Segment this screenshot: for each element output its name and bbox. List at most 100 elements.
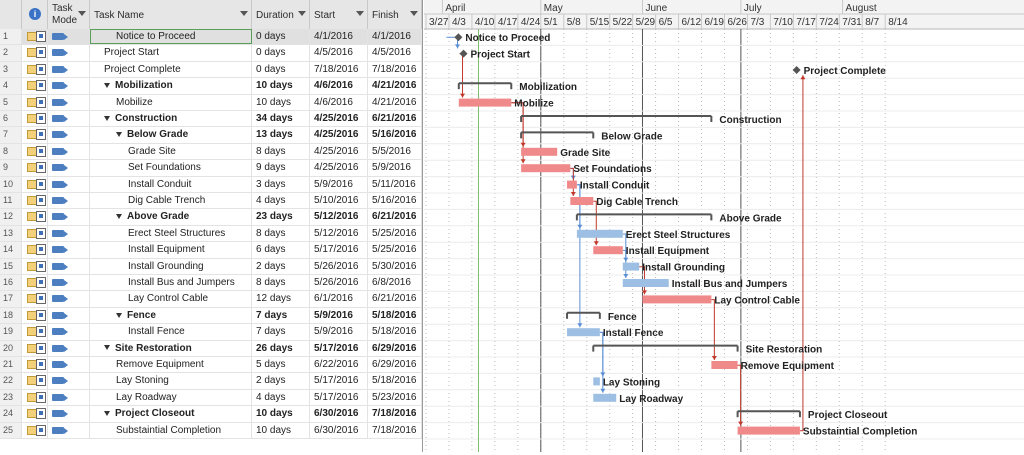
info-column-header[interactable]: i [22,0,48,29]
table-row[interactable]: 4 Mobilization 10 days 4/6/2016 4/21/2016 [0,78,422,95]
duration-cell[interactable]: 4 days [252,193,310,209]
task-name-cell[interactable]: Fence [90,307,252,324]
finish-column-header[interactable]: Finish [368,0,422,29]
task-name-cell[interactable]: Site Restoration [90,340,252,356]
task-mode-cell[interactable] [48,94,90,110]
task-name-cell[interactable]: Dig Cable Trench [90,193,252,209]
task-bar[interactable] [576,229,623,238]
task-bar[interactable] [622,279,669,287]
start-cell[interactable]: 5/17/2016 [310,389,368,406]
table-row[interactable]: 24 Project Closeout 10 days 6/30/2016 7/18/2… [0,406,422,423]
task-name-cell[interactable]: Lay Control Cable [90,291,252,307]
task-mode-cell[interactable] [48,225,90,242]
finish-cell[interactable]: 6/21/2016 [368,291,422,307]
task-name-cell[interactable]: Install Conduit [90,176,252,192]
duration-cell[interactable]: 2 days [252,258,310,274]
milestone-diamond[interactable] [792,66,801,74]
finish-cell[interactable]: 5/5/2016 [368,143,422,160]
task-bar[interactable] [567,328,600,337]
row-number[interactable]: 11 [0,193,22,209]
start-cell[interactable]: 4/1/2016 [310,29,368,45]
duration-cell[interactable]: 4 days [252,389,310,406]
task-bar[interactable] [567,180,577,189]
row-number[interactable]: 7 [0,127,22,143]
chevron-down-icon[interactable] [298,11,306,16]
task-mode-cell[interactable] [48,193,90,209]
gantt-chart[interactable]: April May June July August 3/27 4/3 4/10 4/17 4/2… [424,0,1024,452]
task-name-column-header[interactable]: Task Name [90,0,252,29]
start-cell[interactable]: 4/5/2016 [310,45,368,61]
row-number[interactable]: 23 [0,389,22,406]
finish-cell[interactable]: 5/25/2016 [368,242,422,258]
task-mode-column-header[interactable]: Task Mode [48,0,90,29]
milestone-diamond[interactable] [459,49,468,58]
finish-cell[interactable]: 5/23/2016 [368,389,422,406]
row-number[interactable]: 1 [0,29,22,45]
start-cell[interactable]: 5/12/2016 [310,225,368,242]
table-row[interactable]: 14 Install Equipment 6 days 5/17/2016 5/25/2… [0,242,422,259]
start-cell[interactable]: 5/17/2016 [310,242,368,258]
row-number[interactable]: 15 [0,258,22,274]
duration-cell[interactable]: 9 days [252,160,310,176]
start-cell[interactable]: 5/9/2016 [310,307,368,324]
row-number[interactable]: 4 [0,78,22,94]
task-name-cell[interactable]: Mobilization [90,78,252,94]
row-number[interactable]: 5 [0,94,22,110]
duration-cell[interactable]: 5 days [252,357,310,373]
task-bar[interactable] [737,426,800,435]
finish-cell[interactable]: 5/18/2016 [368,324,422,340]
row-number[interactable]: 9 [0,160,22,176]
start-cell[interactable]: 5/17/2016 [310,373,368,389]
row-number[interactable]: 10 [0,176,22,192]
task-mode-cell[interactable] [48,291,90,307]
table-row[interactable]: 12 Above Grade 23 days 5/12/2016 6/21/2016 [0,209,422,226]
finish-cell[interactable]: 4/5/2016 [368,45,422,61]
chevron-down-icon[interactable] [356,11,364,16]
start-cell[interactable]: 6/30/2016 [310,406,368,422]
row-number[interactable]: 24 [0,406,22,422]
table-row[interactable]: 18 Fence 7 days 5/9/2016 5/18/2016 [0,307,422,325]
table-row[interactable]: 11 Dig Cable Trench 4 days 5/10/2016 5/16/20… [0,193,422,210]
finish-cell[interactable]: 5/18/2016 [368,307,422,324]
duration-column-header[interactable]: Duration [252,0,310,29]
start-cell[interactable]: 5/17/2016 [310,340,368,356]
chevron-down-icon[interactable] [240,11,248,16]
task-name-cell[interactable]: Project Complete [90,61,252,78]
finish-cell[interactable]: 5/9/2016 [368,160,422,176]
task-name-cell[interactable]: Install Equipment [90,242,252,258]
task-mode-cell[interactable] [48,258,90,274]
task-bar[interactable] [570,197,594,205]
start-cell[interactable]: 6/30/2016 [310,422,368,438]
duration-cell[interactable]: 23 days [252,209,310,225]
task-mode-cell[interactable] [48,275,90,291]
finish-cell[interactable]: 5/25/2016 [368,225,422,242]
row-number[interactable]: 14 [0,242,22,258]
finish-cell[interactable]: 6/29/2016 [368,340,422,356]
start-cell[interactable]: 4/25/2016 [310,143,368,160]
finish-cell[interactable]: 5/16/2016 [368,193,422,209]
collapse-triangle-icon[interactable] [116,132,122,138]
task-mode-cell[interactable] [48,242,90,258]
task-mode-cell[interactable] [48,209,90,225]
task-name-cell[interactable]: Set Foundations [90,160,252,176]
collapse-triangle-icon[interactable] [104,83,110,89]
row-number[interactable]: 8 [0,143,22,160]
duration-cell[interactable]: 2 days [252,373,310,389]
task-mode-cell[interactable] [48,324,90,340]
task-bar[interactable] [593,377,600,386]
start-cell[interactable]: 4/25/2016 [310,111,368,127]
finish-cell[interactable]: 6/29/2016 [368,357,422,373]
task-mode-cell[interactable] [48,127,90,143]
row-number[interactable]: 20 [0,340,22,356]
duration-cell[interactable]: 7 days [252,324,310,340]
table-row[interactable]: 6 Construction 34 days 4/25/2016 6/21/2016 [0,111,422,128]
table-row[interactable]: 22 Lay Stoning 2 days 5/17/2016 5/18/2016 [0,373,422,390]
start-cell[interactable]: 4/25/2016 [310,160,368,176]
row-number[interactable]: 16 [0,275,22,291]
row-number[interactable]: 2 [0,45,22,61]
task-mode-cell[interactable] [48,340,90,356]
task-mode-cell[interactable] [48,29,90,45]
finish-cell[interactable]: 6/21/2016 [368,209,422,225]
table-row[interactable]: 17 Lay Control Cable 12 days 6/1/2016 6/21/2… [0,291,422,308]
finish-cell[interactable]: 7/18/2016 [368,406,422,422]
